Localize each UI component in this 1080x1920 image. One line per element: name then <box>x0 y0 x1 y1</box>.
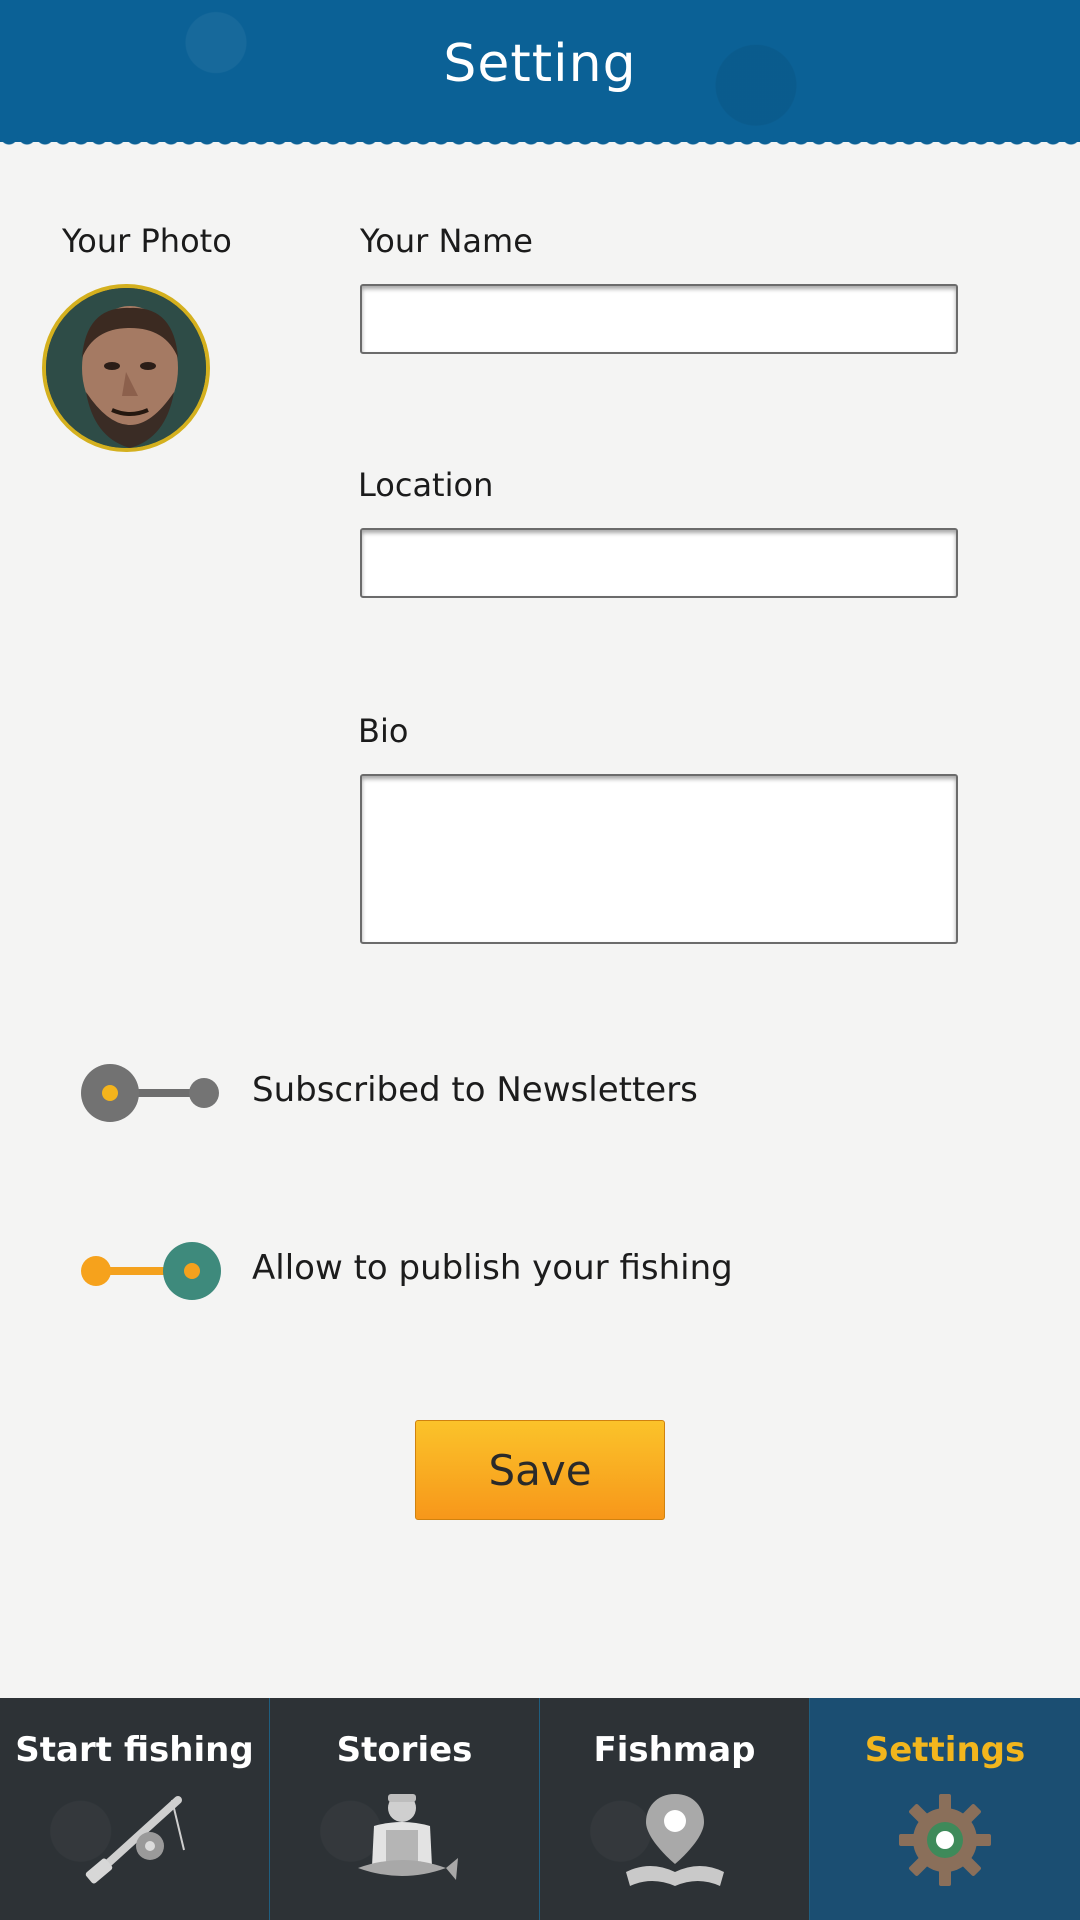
header-bar: Setting <box>0 0 1080 142</box>
nav-item-fishmap[interactable]: Fishmap <box>540 1698 810 1920</box>
avatar-face-image <box>46 288 206 448</box>
publish-toggle[interactable] <box>80 1240 222 1302</box>
photo-label: Your Photo <box>62 222 232 260</box>
gear-icon <box>899 1794 991 1886</box>
nav-label: Fishmap <box>593 1730 756 1770</box>
nav-item-start-fishing[interactable]: Start fishing <box>0 1698 270 1920</box>
fishing-rod-icon <box>85 1796 185 1884</box>
page-title: Setting <box>443 34 637 94</box>
location-label: Location <box>358 466 494 504</box>
save-button[interactable]: Save <box>415 1420 665 1520</box>
bio-textarea[interactable] <box>360 774 958 944</box>
map-pin-icon <box>625 1794 724 1886</box>
publish-toggle-label: Allow to publish your fishing <box>252 1248 733 1288</box>
newsletter-toggle-label: Subscribed to Newsletters <box>252 1070 698 1110</box>
nav-item-settings[interactable]: Settings <box>810 1698 1080 1920</box>
location-input[interactable] <box>360 528 958 598</box>
bottom-nav: Start fishing Stories Fishmap Settings <box>0 1698 1080 1920</box>
fisherman-icon <box>357 1794 458 1880</box>
nav-item-stories[interactable]: Stories <box>270 1698 540 1920</box>
toggle-on-icon <box>81 1242 221 1300</box>
name-input[interactable] <box>360 284 958 354</box>
header-wave-border <box>0 136 1080 148</box>
nav-label: Settings <box>864 1730 1026 1770</box>
nav-label: Stories <box>336 1730 473 1770</box>
name-label: Your Name <box>360 222 533 260</box>
toggle-off-icon <box>81 1064 219 1122</box>
avatar[interactable] <box>42 284 210 452</box>
newsletter-toggle[interactable] <box>80 1062 222 1124</box>
bio-label: Bio <box>358 712 409 750</box>
nav-label: Start fishing <box>15 1730 254 1770</box>
